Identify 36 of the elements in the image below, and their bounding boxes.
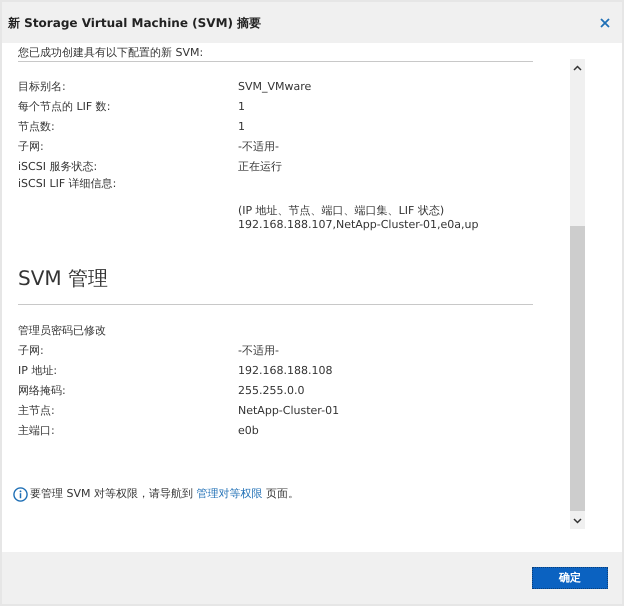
info-icon — [13, 486, 28, 502]
scroll-up-icon[interactable] — [573, 65, 582, 71]
field-value: 192.168.188.108 — [238, 362, 332, 379]
scrollbar[interactable] — [570, 59, 585, 529]
field-value: -不适用- — [238, 342, 279, 359]
field-label: 主端口: — [18, 422, 56, 439]
field-label: 主节点: — [18, 402, 56, 419]
field-value: e0b — [238, 422, 259, 439]
status-note: 管理员密码已修改 — [18, 323, 107, 339]
field-value: SVM_VMware — [238, 78, 312, 95]
field-label: 每个节点的 LIF 数: — [18, 98, 112, 115]
scroll-thumb[interactable] — [570, 226, 585, 511]
field-label: 节点数: — [18, 118, 56, 135]
manage-peers-link[interactable]: 管理对等权限 — [196, 487, 262, 500]
close-icon[interactable] — [600, 18, 610, 28]
field-value: 正在运行 — [238, 158, 282, 175]
field-label: 目标别名: — [18, 78, 67, 95]
field-value: NetApp-Cluster-01 — [238, 402, 340, 419]
field-label: IP 地址: — [18, 362, 58, 379]
field-value: 1 — [238, 98, 245, 115]
field-label: 网络掩码: — [18, 382, 67, 399]
field-label: iSCSI LIF 详细信息: — [18, 177, 118, 192]
window-title: 新 Storage Virtual Machine (SVM) 摘要 — [8, 14, 262, 32]
column-header-text: (IP 地址、节点、端口、端口集、LIF 状态) — [238, 204, 446, 218]
section-heading: SVM 管理 — [18, 265, 109, 291]
intro-text: 您已成功创建具有以下配置的新 SVM: — [18, 45, 204, 61]
field-value: 1 — [238, 118, 245, 135]
field-label: 子网: — [18, 138, 45, 155]
field-value: -不适用- — [238, 138, 279, 155]
ok-button[interactable]: 确定 — [532, 567, 608, 589]
scroll-down-icon[interactable] — [573, 518, 582, 524]
field-value: 255.255.0.0 — [238, 382, 304, 399]
field-value: 192.168.188.107,NetApp-Cluster-01,e0a,up — [238, 218, 478, 232]
field-label: 子网: — [18, 342, 45, 359]
field-label: iSCSI 服务状态: — [18, 158, 98, 175]
info-message: 要管理 SVM 对等权限，请导航到 管理对等权限 页面。 — [30, 486, 299, 502]
